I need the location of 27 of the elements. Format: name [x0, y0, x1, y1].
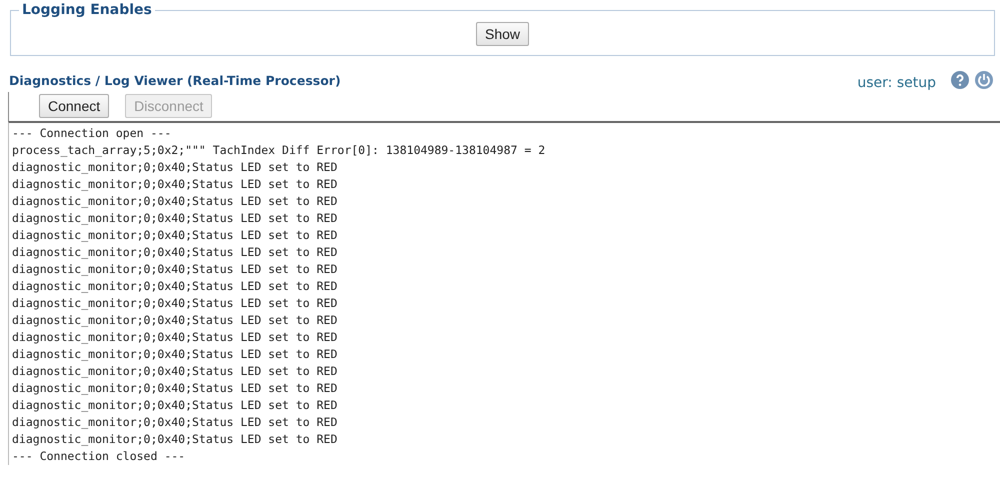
log-line: diagnostic_monitor;0;0x40;Status LED set to RED — [12, 380, 338, 397]
log-line: diagnostic_monitor;0;0x40;Status LED set to RED — [12, 210, 338, 227]
log-line: diagnostic_monitor;0;0x40;Status LED set to RED — [12, 414, 338, 431]
user-label: user: setup — [857, 75, 936, 91]
log-line: diagnostic_monitor;0;0x40;Status LED set to RED — [12, 346, 338, 363]
log-line: diagnostic_monitor;0;0x40;Status LED set to RED — [12, 329, 338, 346]
log-line: --- Connection closed --- — [12, 448, 186, 465]
page-title: Diagnostics / Log Viewer (Real-Time Processor) — [9, 72, 341, 88]
log-line: diagnostic_monitor;0;0x40;Status LED set to RED — [12, 261, 338, 278]
log-line: diagnostic_monitor;0;0x40;Status LED set to RED — [12, 176, 338, 193]
connect-button[interactable]: Connect — [39, 94, 110, 118]
log-line: diagnostic_monitor;0;0x40;Status LED set to RED — [12, 193, 338, 210]
log-line: diagnostic_monitor;0;0x40;Status LED set to RED — [12, 397, 338, 414]
log-line: diagnostic_monitor;0;0x40;Status LED set to RED — [12, 295, 338, 312]
log-line: diagnostic_monitor;0;0x40;Status LED set to RED — [12, 227, 338, 244]
log-line: diagnostic_monitor;0;0x40;Status LED set to RED — [12, 244, 338, 261]
log-line: process_tach_array;5;0x2;""" TachIndex Diff Error[0]: 138104989-138104987 = 2 — [12, 142, 546, 159]
log-line: diagnostic_monitor;0;0x40;Status LED set to RED — [12, 363, 338, 380]
logout-icon[interactable] — [974, 70, 994, 90]
log-line: diagnostic_monitor;0;0x40;Status LED set to RED — [12, 431, 338, 448]
show-button[interactable]: Show — [476, 22, 530, 46]
help-icon[interactable] — [950, 70, 970, 90]
log-line: --- Connection open --- — [12, 125, 172, 142]
log-line: diagnostic_monitor;0;0x40;Status LED set to RED — [12, 312, 338, 329]
panel-legend: Logging Enables — [19, 2, 155, 18]
log-line: diagnostic_monitor;0;0x40;Status LED set to RED — [12, 278, 338, 295]
log-line: diagnostic_monitor;0;0x40;Status LED set to RED — [12, 159, 338, 176]
